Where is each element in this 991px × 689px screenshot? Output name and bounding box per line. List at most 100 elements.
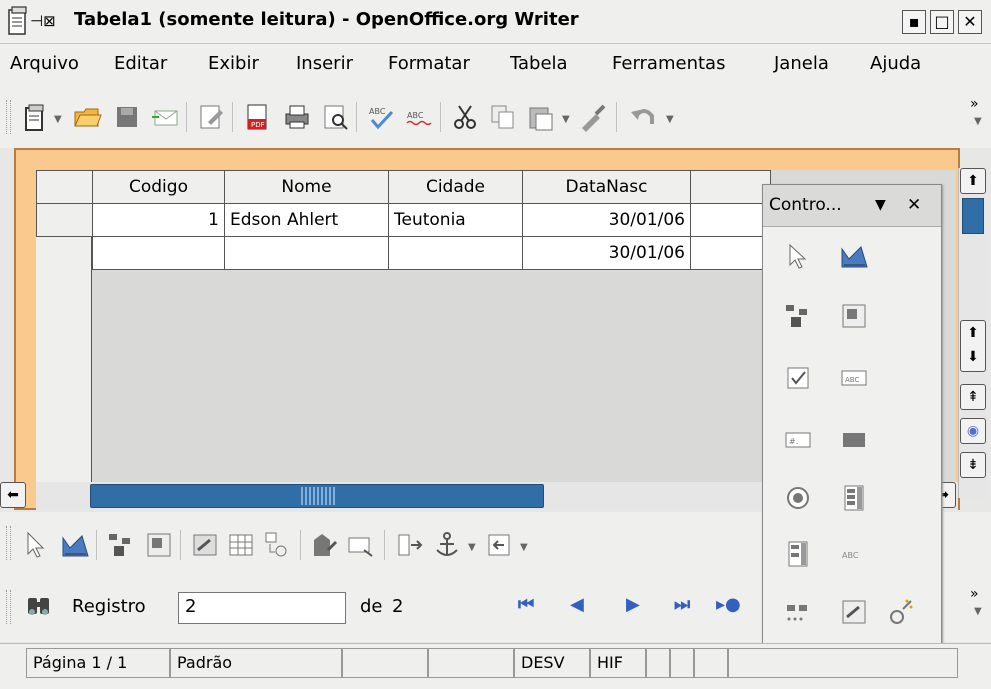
new-document-icon[interactable] [20, 102, 50, 132]
more-controls-icon[interactable] [783, 597, 813, 627]
new-record-nav-icon[interactable]: ▸● [716, 594, 741, 615]
select-pointer-icon[interactable] [22, 530, 52, 560]
record-number-input[interactable]: 2 [178, 592, 346, 624]
last-record-icon[interactable]: ⏭ [674, 594, 690, 615]
toolbar-overflow-icon[interactable]: » [970, 96, 979, 112]
nav-toolbar-overflow-icon[interactable]: » [970, 586, 979, 602]
form-design-icon[interactable] [839, 597, 869, 627]
cell-nome[interactable]: Edson Ahlert [224, 203, 389, 237]
find-record-icon[interactable] [24, 592, 54, 622]
toolbar-grip[interactable] [6, 590, 11, 624]
open-folder-icon[interactable] [72, 102, 102, 132]
scroll-page-updown-button[interactable]: ⬆ ⬇ [960, 320, 986, 372]
menu-ajuda[interactable]: Ajuda [870, 53, 921, 74]
form-controls-panel-header[interactable]: Contro... ▼ ✕ [763, 185, 941, 227]
alignment-dropdown-arrow[interactable]: ▼ [520, 542, 528, 553]
cell-codigo[interactable] [92, 236, 225, 270]
menu-inserir[interactable]: Inserir [296, 53, 353, 74]
menu-arquivo[interactable]: Arquivo [10, 53, 79, 74]
page-style[interactable]: Padrão [170, 648, 342, 678]
document-modified-field[interactable] [646, 648, 670, 678]
previous-record-icon[interactable]: ◀ [570, 594, 584, 615]
toolbar-grip[interactable] [6, 100, 11, 134]
autospellcheck-icon[interactable]: ABC [404, 102, 434, 132]
form-properties-icon[interactable] [144, 530, 174, 560]
checkbox-control-icon[interactable] [783, 363, 813, 393]
automatic-control-focus-icon[interactable] [346, 530, 376, 560]
save-icon[interactable] [112, 102, 142, 132]
add-field-icon[interactable] [226, 530, 256, 560]
cell-datanasc[interactable]: 30/01/06 [522, 236, 691, 270]
writer-app-icon[interactable] [8, 6, 30, 36]
edit-file-icon[interactable] [196, 102, 226, 132]
form-navigator-icon[interactable] [190, 530, 220, 560]
zoom-field[interactable] [342, 648, 428, 678]
horizontal-scroll-thumb[interactable] [90, 484, 544, 508]
table-row[interactable]: 1 Edson Ahlert Teutonia 30/01/06 [36, 203, 771, 237]
position-size-icon[interactable] [394, 530, 424, 560]
row-selector[interactable] [36, 203, 93, 237]
spellcheck-icon[interactable]: ABC [366, 102, 396, 132]
digital-signature-field[interactable] [670, 648, 694, 678]
open-design-mode-icon[interactable] [310, 530, 340, 560]
page-preview-icon[interactable] [320, 102, 350, 132]
control-properties-icon[interactable] [106, 530, 136, 560]
nav-toolbar-overflow-arrow[interactable]: ▼ [974, 606, 982, 617]
list-box-icon[interactable] [839, 483, 869, 513]
toolbar-overflow-arrow[interactable]: ▼ [974, 116, 982, 127]
new-dropdown-arrow[interactable]: ▼ [54, 114, 62, 125]
menu-janela[interactable]: Janela [774, 53, 829, 74]
table-row[interactable]: 30/01/06 [36, 236, 771, 270]
column-header-nome[interactable]: Nome [224, 170, 389, 204]
column-header-cidade[interactable]: Cidade [388, 170, 523, 204]
anchor-icon[interactable] [432, 530, 462, 560]
scroll-thumb[interactable] [962, 198, 984, 234]
wizards-on-off-icon[interactable] [885, 597, 915, 627]
maximize-button[interactable]: □ [930, 10, 954, 34]
pin-icon[interactable]: ⊣⊠ [30, 12, 56, 30]
cell-cidade[interactable] [388, 236, 523, 270]
cell-datanasc[interactable]: 30/01/06 [522, 203, 691, 237]
menu-tabela[interactable]: Tabela [510, 53, 568, 74]
control-icon[interactable] [783, 301, 813, 331]
panel-menu-arrow-icon[interactable]: ▼ [875, 197, 886, 213]
formatted-field-icon[interactable]: #. [783, 425, 813, 455]
alignment-icon[interactable] [484, 530, 514, 560]
first-record-icon[interactable]: ⏮ [518, 594, 534, 615]
email-icon[interactable] [150, 102, 180, 132]
next-object-icon[interactable]: ⇟ [960, 452, 986, 478]
minimize-button[interactable]: ▪ [902, 10, 926, 34]
selection-mode[interactable]: DESV [514, 648, 590, 678]
undo-icon[interactable] [628, 102, 658, 132]
cell-codigo[interactable]: 1 [92, 203, 225, 237]
clone-format-icon[interactable] [578, 102, 608, 132]
page-indicator[interactable]: Página 1 / 1 [26, 648, 170, 678]
export-pdf-icon[interactable]: PDF [242, 102, 272, 132]
label-field-icon[interactable]: ABC [839, 539, 869, 569]
hyperlink-mode[interactable]: HIF [590, 648, 646, 678]
navigator-icon[interactable]: ◉ [960, 418, 986, 444]
row-selector-header[interactable] [36, 170, 93, 204]
toolbar-grip[interactable] [6, 526, 11, 560]
paste-icon[interactable] [526, 102, 556, 132]
activation-order-icon[interactable] [262, 530, 292, 560]
menu-ferramentas[interactable]: Ferramentas [612, 53, 725, 74]
scroll-up-button[interactable]: ⬆ [960, 168, 986, 194]
cell-nome[interactable] [224, 236, 389, 270]
scroll-left-button[interactable]: ⬅ [0, 482, 26, 508]
column-header-datanasc[interactable]: DataNasc [522, 170, 691, 204]
menu-editar[interactable]: Editar [114, 53, 167, 74]
column-header-codigo[interactable]: Codigo [92, 170, 225, 204]
form-icon[interactable] [839, 301, 869, 331]
cut-icon[interactable] [450, 102, 480, 132]
panel-close-icon[interactable]: ✕ [907, 195, 921, 215]
print-icon[interactable] [282, 102, 312, 132]
undo-dropdown-arrow[interactable]: ▼ [666, 114, 674, 125]
design-mode-toggle-icon[interactable] [839, 241, 869, 271]
select-icon[interactable] [783, 241, 813, 271]
insert-mode-field[interactable] [428, 648, 514, 678]
text-box-control-icon[interactable]: ABC [839, 363, 869, 393]
push-button-control-icon[interactable] [839, 425, 869, 455]
close-button[interactable]: ✕ [958, 10, 982, 34]
previous-object-icon[interactable]: ⇞ [960, 384, 986, 410]
